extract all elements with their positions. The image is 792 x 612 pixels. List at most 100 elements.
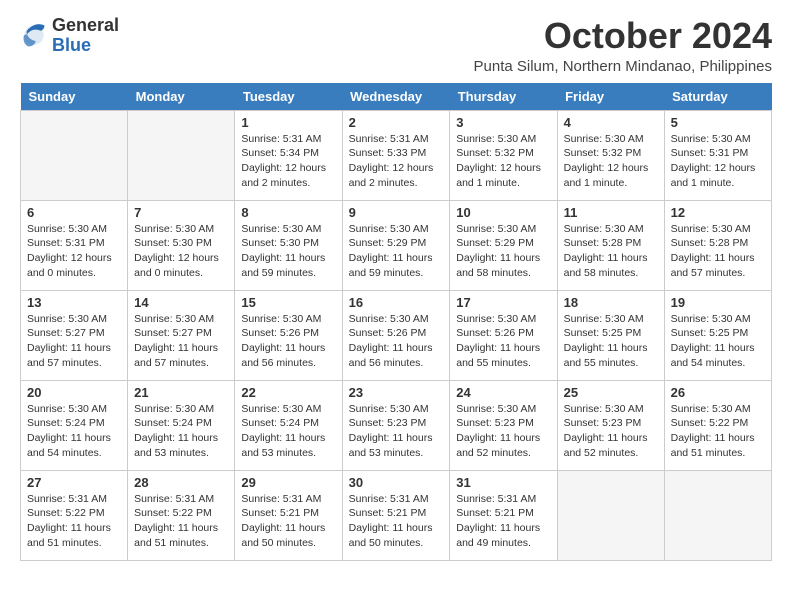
day-number: 2 xyxy=(349,115,444,130)
day-number: 17 xyxy=(456,295,550,310)
day-number: 16 xyxy=(349,295,444,310)
week-row-4: 20 Sunrise: 5:30 AMSunset: 5:24 PMDayligh… xyxy=(21,380,772,470)
day-cell: 30Sunrise: 5:31 AMSunset: 5:21 PMDayligh… xyxy=(342,470,450,560)
day-number: 24 xyxy=(456,385,550,400)
day-info: Sunrise: 5:30 AMSunset: 5:23 PMDaylight:… xyxy=(564,402,658,461)
day-number: 5 xyxy=(671,115,765,130)
header-cell-friday: Friday xyxy=(557,83,664,111)
day-cell: 14 Sunrise: 5:30 AMSunset: 5:27 PMDayligh… xyxy=(128,290,235,380)
day-number: 15 xyxy=(241,295,335,310)
day-info: Sunrise: 5:31 AMSunset: 5:22 PMDaylight:… xyxy=(134,492,228,551)
day-info: Sunrise: 5:30 AMSunset: 5:27 PMDaylight:… xyxy=(27,312,121,371)
day-cell: 13 Sunrise: 5:30 AMSunset: 5:27 PMDayligh… xyxy=(21,290,128,380)
calendar-header: SundayMondayTuesdayWednesdayThursdayFrid… xyxy=(21,83,772,111)
day-cell: 10 Sunrise: 5:30 AMSunset: 5:29 PMDayligh… xyxy=(450,200,557,290)
day-info: Sunrise: 5:30 AMSunset: 5:24 PMDaylight:… xyxy=(27,402,121,461)
title-area: October 2024 Punta Silum, Northern Minda… xyxy=(474,16,773,75)
day-cell: 25 Sunrise: 5:30 AMSunset: 5:23 PMDayligh… xyxy=(557,380,664,470)
day-cell: 16 Sunrise: 5:30 AMSunset: 5:26 PMDayligh… xyxy=(342,290,450,380)
day-info: Sunrise: 5:30 AMSunset: 5:23 PMDaylight:… xyxy=(456,402,550,461)
week-row-5: 27 Sunrise: 5:31 AMSunset: 5:22 PMDayligh… xyxy=(21,470,772,560)
day-number: 18 xyxy=(564,295,658,310)
day-cell: 15Sunrise: 5:30 AMSunset: 5:26 PMDayligh… xyxy=(235,290,342,380)
day-number: 12 xyxy=(671,205,765,220)
location: Punta Silum, Northern Mindanao, Philippi… xyxy=(474,58,773,75)
logo-text: General Blue xyxy=(52,16,119,56)
day-cell: 21Sunrise: 5:30 AMSunset: 5:24 PMDayligh… xyxy=(128,380,235,470)
day-cell: 18 Sunrise: 5:30 AMSunset: 5:25 PMDayligh… xyxy=(557,290,664,380)
day-number: 11 xyxy=(564,205,658,220)
day-number: 21 xyxy=(134,385,228,400)
logo: General Blue xyxy=(20,16,119,56)
day-cell: 7Sunrise: 5:30 AMSunset: 5:30 PMDaylight… xyxy=(128,200,235,290)
day-cell: 31 Sunrise: 5:31 AMSunset: 5:21 PMDayligh… xyxy=(450,470,557,560)
day-number: 26 xyxy=(671,385,765,400)
day-number: 14 xyxy=(134,295,228,310)
day-cell: 24 Sunrise: 5:30 AMSunset: 5:23 PMDayligh… xyxy=(450,380,557,470)
day-info: Sunrise: 5:30 AMSunset: 5:25 PMDaylight:… xyxy=(671,312,765,371)
day-number: 7 xyxy=(134,205,228,220)
day-cell xyxy=(557,470,664,560)
day-info: Sunrise: 5:31 AMSunset: 5:22 PMDaylight:… xyxy=(27,492,121,551)
day-number: 6 xyxy=(27,205,121,220)
day-info: Sunrise: 5:30 AMSunset: 5:22 PMDaylight:… xyxy=(671,402,765,461)
day-info: Sunrise: 5:31 AMSunset: 5:21 PMDaylight:… xyxy=(456,492,550,551)
day-number: 20 xyxy=(27,385,121,400)
day-cell: 1Sunrise: 5:31 AMSunset: 5:34 PMDaylight… xyxy=(235,110,342,200)
day-cell: 20 Sunrise: 5:30 AMSunset: 5:24 PMDayligh… xyxy=(21,380,128,470)
page-header: General Blue October 2024 Punta Silum, N… xyxy=(20,16,772,75)
header-cell-sunday: Sunday xyxy=(21,83,128,111)
day-number: 1 xyxy=(241,115,335,130)
header-cell-monday: Monday xyxy=(128,83,235,111)
day-number: 8 xyxy=(241,205,335,220)
day-number: 27 xyxy=(27,475,121,490)
day-info: Sunrise: 5:30 AMSunset: 5:29 PMDaylight:… xyxy=(456,222,550,281)
day-info: Sunrise: 5:30 AMSunset: 5:31 PMDaylight:… xyxy=(671,132,765,191)
header-cell-tuesday: Tuesday xyxy=(235,83,342,111)
day-number: 10 xyxy=(456,205,550,220)
day-info: Sunrise: 5:30 AMSunset: 5:30 PMDaylight:… xyxy=(241,222,335,281)
day-cell: 23Sunrise: 5:30 AMSunset: 5:23 PMDayligh… xyxy=(342,380,450,470)
week-row-3: 13 Sunrise: 5:30 AMSunset: 5:27 PMDayligh… xyxy=(21,290,772,380)
day-number: 31 xyxy=(456,475,550,490)
week-row-1: 1Sunrise: 5:31 AMSunset: 5:34 PMDaylight… xyxy=(21,110,772,200)
day-number: 28 xyxy=(134,475,228,490)
day-cell: 11 Sunrise: 5:30 AMSunset: 5:28 PMDayligh… xyxy=(557,200,664,290)
day-cell: 8 Sunrise: 5:30 AMSunset: 5:30 PMDaylight… xyxy=(235,200,342,290)
calendar-table: SundayMondayTuesdayWednesdayThursdayFrid… xyxy=(20,83,772,561)
day-info: Sunrise: 5:30 AMSunset: 5:26 PMDaylight:… xyxy=(349,312,444,371)
header-cell-wednesday: Wednesday xyxy=(342,83,450,111)
logo-icon xyxy=(20,22,48,50)
day-cell: 28 Sunrise: 5:31 AMSunset: 5:22 PMDayligh… xyxy=(128,470,235,560)
day-cell: 17Sunrise: 5:30 AMSunset: 5:26 PMDayligh… xyxy=(450,290,557,380)
day-info: Sunrise: 5:30 AMSunset: 5:28 PMDaylight:… xyxy=(564,222,658,281)
day-number: 19 xyxy=(671,295,765,310)
day-info: Sunrise: 5:30 AMSunset: 5:29 PMDaylight:… xyxy=(349,222,444,281)
day-cell: 4Sunrise: 5:30 AMSunset: 5:32 PMDaylight… xyxy=(557,110,664,200)
day-cell xyxy=(128,110,235,200)
header-cell-thursday: Thursday xyxy=(450,83,557,111)
day-cell: 27 Sunrise: 5:31 AMSunset: 5:22 PMDayligh… xyxy=(21,470,128,560)
day-cell: 29Sunrise: 5:31 AMSunset: 5:21 PMDayligh… xyxy=(235,470,342,560)
day-number: 4 xyxy=(564,115,658,130)
day-number: 29 xyxy=(241,475,335,490)
day-cell xyxy=(664,470,771,560)
day-info: Sunrise: 5:31 AMSunset: 5:21 PMDaylight:… xyxy=(349,492,444,551)
month-title: October 2024 xyxy=(474,16,773,56)
day-info: Sunrise: 5:30 AMSunset: 5:28 PMDaylight:… xyxy=(671,222,765,281)
day-info: Sunrise: 5:30 AMSunset: 5:27 PMDaylight:… xyxy=(134,312,228,371)
day-number: 25 xyxy=(564,385,658,400)
day-info: Sunrise: 5:30 AMSunset: 5:24 PMDaylight:… xyxy=(241,402,335,461)
header-row: SundayMondayTuesdayWednesdayThursdayFrid… xyxy=(21,83,772,111)
day-cell: 22 Sunrise: 5:30 AMSunset: 5:24 PMDayligh… xyxy=(235,380,342,470)
day-number: 22 xyxy=(241,385,335,400)
day-cell: 26 Sunrise: 5:30 AMSunset: 5:22 PMDayligh… xyxy=(664,380,771,470)
day-info: Sunrise: 5:30 AMSunset: 5:25 PMDaylight:… xyxy=(564,312,658,371)
day-number: 23 xyxy=(349,385,444,400)
day-cell: 6Sunrise: 5:30 AMSunset: 5:31 PMDaylight… xyxy=(21,200,128,290)
day-number: 13 xyxy=(27,295,121,310)
day-cell: 5 Sunrise: 5:30 AMSunset: 5:31 PMDaylight… xyxy=(664,110,771,200)
header-cell-saturday: Saturday xyxy=(664,83,771,111)
day-number: 3 xyxy=(456,115,550,130)
day-cell: 19 Sunrise: 5:30 AMSunset: 5:25 PMDayligh… xyxy=(664,290,771,380)
